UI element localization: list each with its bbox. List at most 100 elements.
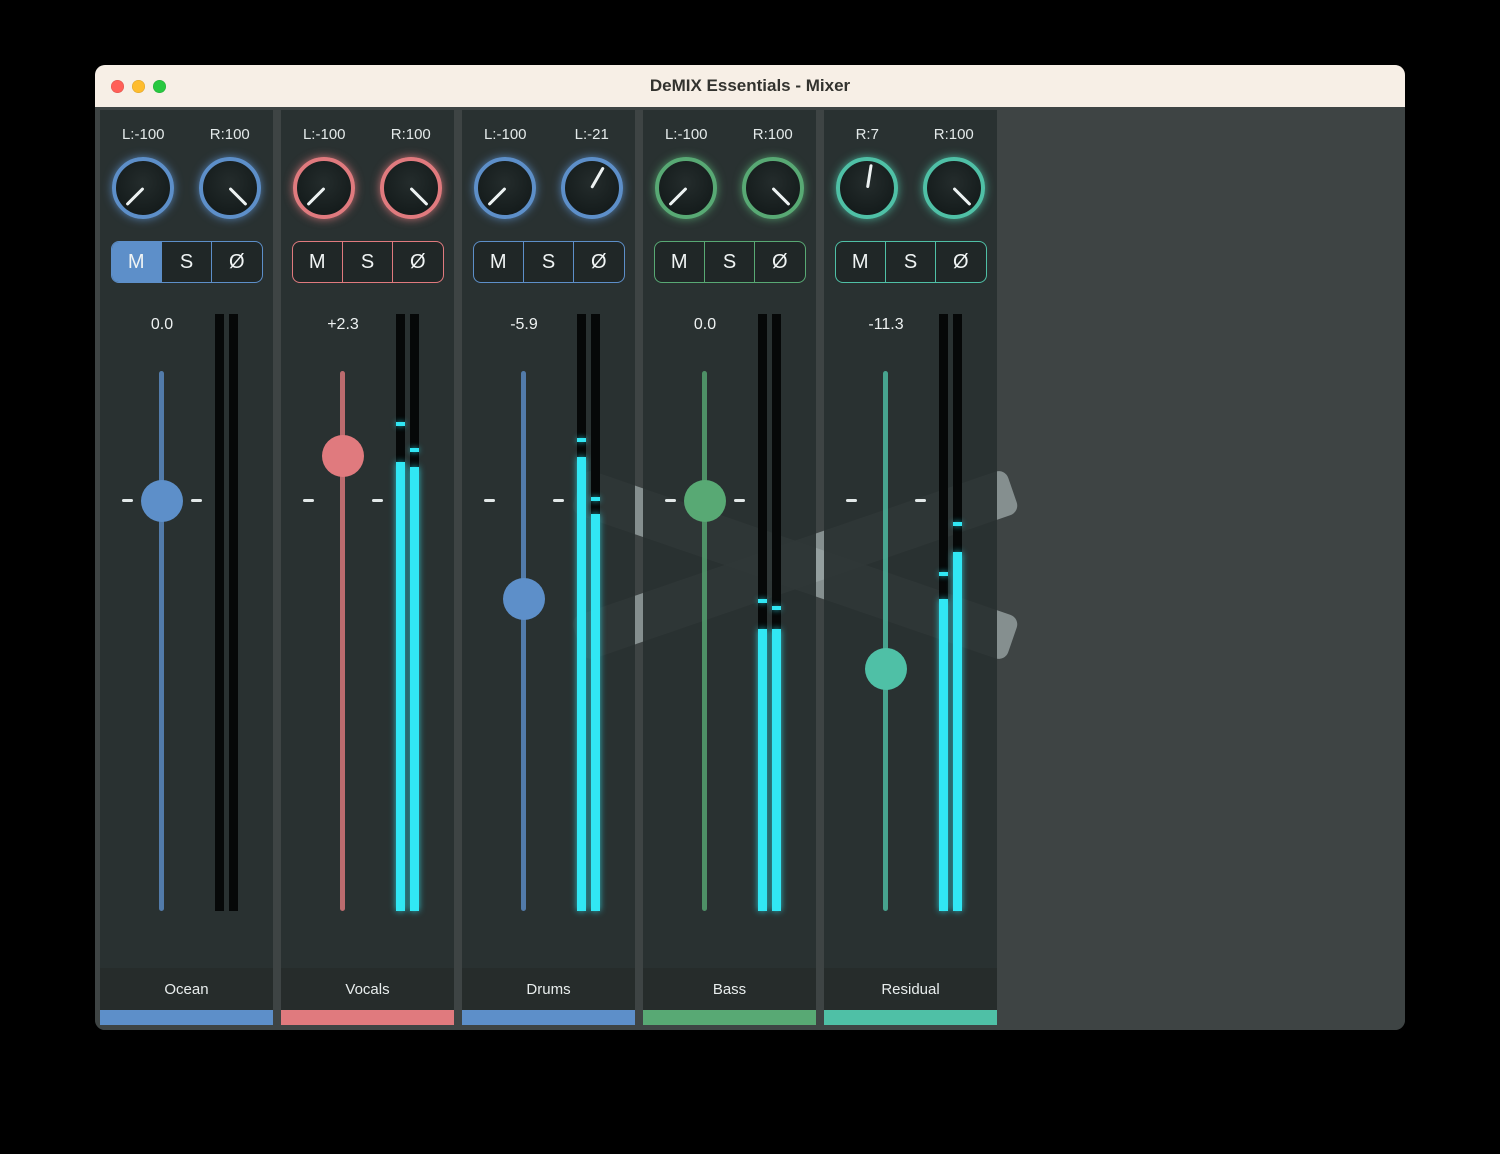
pan-knobs (462, 157, 635, 219)
fader-handle[interactable] (684, 480, 726, 522)
level-meter (396, 314, 419, 911)
channel-color-bar (100, 1010, 273, 1025)
fader-value: 0.0 (112, 316, 212, 334)
phase-button[interactable]: Ø (211, 242, 261, 282)
fader-area: -5.9 (462, 299, 635, 911)
pan-knob-labels: L:-100 L:-21 (462, 110, 635, 143)
pan-knob[interactable] (655, 157, 717, 219)
solo-button[interactable]: S (161, 242, 211, 282)
pan-knobs (281, 157, 454, 219)
zoom-button[interactable] (153, 80, 166, 93)
meter-fill (953, 552, 962, 911)
pan-knob[interactable] (561, 157, 623, 219)
fader-track[interactable] (883, 371, 888, 911)
pan-knobs (643, 157, 816, 219)
pan-knob-label: R:100 (730, 126, 817, 143)
knob-pointer (953, 187, 972, 206)
mute-button[interactable]: M (655, 242, 704, 282)
zero-db-tick (484, 499, 495, 502)
meter-peak-indicator (577, 438, 586, 442)
meter-peak-indicator (953, 522, 962, 526)
fader-area: +2.3 (281, 299, 454, 911)
meter-fill (591, 514, 600, 911)
knob-pointer (866, 164, 873, 188)
mute-button[interactable]: M (836, 242, 885, 282)
knob-pointer (772, 187, 791, 206)
channel-strip-residual: R:7 R:100 M S Ø -11.3 (824, 110, 997, 1025)
solo-button[interactable]: S (885, 242, 935, 282)
fader-value: -5.9 (474, 316, 574, 334)
solo-button[interactable]: S (704, 242, 754, 282)
minimize-button[interactable] (132, 80, 145, 93)
meter-fill (577, 457, 586, 911)
fader-handle[interactable] (503, 578, 545, 620)
phase-button[interactable]: Ø (935, 242, 985, 282)
phase-button[interactable]: Ø (392, 242, 442, 282)
pan-knob[interactable] (742, 157, 804, 219)
fader-track[interactable] (521, 371, 526, 911)
pan-knob[interactable] (474, 157, 536, 219)
pan-knob[interactable] (380, 157, 442, 219)
mute-button[interactable]: M (112, 242, 161, 282)
meter-bar-left (758, 314, 767, 911)
solo-button[interactable]: S (523, 242, 573, 282)
mixer-content: L:-100 R:100 M S Ø 0.0 (95, 107, 1405, 1030)
meter-fill (396, 462, 405, 911)
level-meter (939, 314, 962, 911)
zero-db-tick (372, 499, 383, 502)
meter-fill (410, 467, 419, 911)
titlebar[interactable]: DeMIX Essentials - Mixer (95, 65, 1405, 107)
meter-fill (758, 629, 767, 911)
pan-knob[interactable] (199, 157, 261, 219)
channel-strips: L:-100 R:100 M S Ø 0.0 (100, 110, 997, 1025)
meter-bar-left (215, 314, 224, 911)
mute-button[interactable]: M (293, 242, 342, 282)
knob-pointer (410, 187, 429, 206)
meter-peak-indicator (591, 497, 600, 501)
pan-knob-label: L:-100 (281, 126, 368, 143)
channel-name-bar: Ocean (100, 968, 273, 1010)
fader-track[interactable] (159, 371, 164, 911)
channel-strip-bass: L:-100 R:100 M S Ø 0.0 (643, 110, 816, 1025)
meter-bar-right (229, 314, 238, 911)
fader-area: 0.0 (100, 299, 273, 911)
channel-name: Vocals (345, 981, 389, 998)
pan-knob[interactable] (112, 157, 174, 219)
meter-peak-indicator (772, 606, 781, 610)
phase-button[interactable]: Ø (754, 242, 804, 282)
pan-knob-label: R:7 (824, 126, 911, 143)
meter-bar-left (396, 314, 405, 911)
pan-knob-label: R:100 (368, 126, 455, 143)
solo-button[interactable]: S (342, 242, 392, 282)
pan-knob[interactable] (836, 157, 898, 219)
desktop: DeMIX Essentials - Mixer L:-100 R:100 M … (0, 0, 1500, 1154)
zero-db-tick (122, 499, 133, 502)
pan-knob-labels: R:7 R:100 (824, 110, 997, 143)
channel-name: Ocean (164, 981, 208, 998)
zero-db-tick (915, 499, 926, 502)
mute-button[interactable]: M (474, 242, 523, 282)
fader-handle[interactable] (865, 648, 907, 690)
pan-knob-label: L:-100 (462, 126, 549, 143)
pan-knob-labels: L:-100 R:100 (281, 110, 454, 143)
close-button[interactable] (111, 80, 124, 93)
fader-handle[interactable] (141, 480, 183, 522)
zero-db-tick (846, 499, 857, 502)
channel-color-bar (824, 1010, 997, 1025)
meter-peak-indicator (939, 572, 948, 576)
knob-pointer (668, 187, 687, 206)
traffic-lights (111, 65, 166, 107)
level-meter (758, 314, 781, 911)
fader-track[interactable] (702, 371, 707, 911)
channel-color-bar (462, 1010, 635, 1025)
zero-db-tick (734, 499, 745, 502)
zero-db-tick (303, 499, 314, 502)
knob-pointer (229, 187, 248, 206)
zero-db-tick (553, 499, 564, 502)
pan-knob[interactable] (923, 157, 985, 219)
phase-button[interactable]: Ø (573, 242, 623, 282)
pan-knob[interactable] (293, 157, 355, 219)
level-meter (215, 314, 238, 911)
fader-handle[interactable] (322, 435, 364, 477)
meter-bar-left (577, 314, 586, 911)
